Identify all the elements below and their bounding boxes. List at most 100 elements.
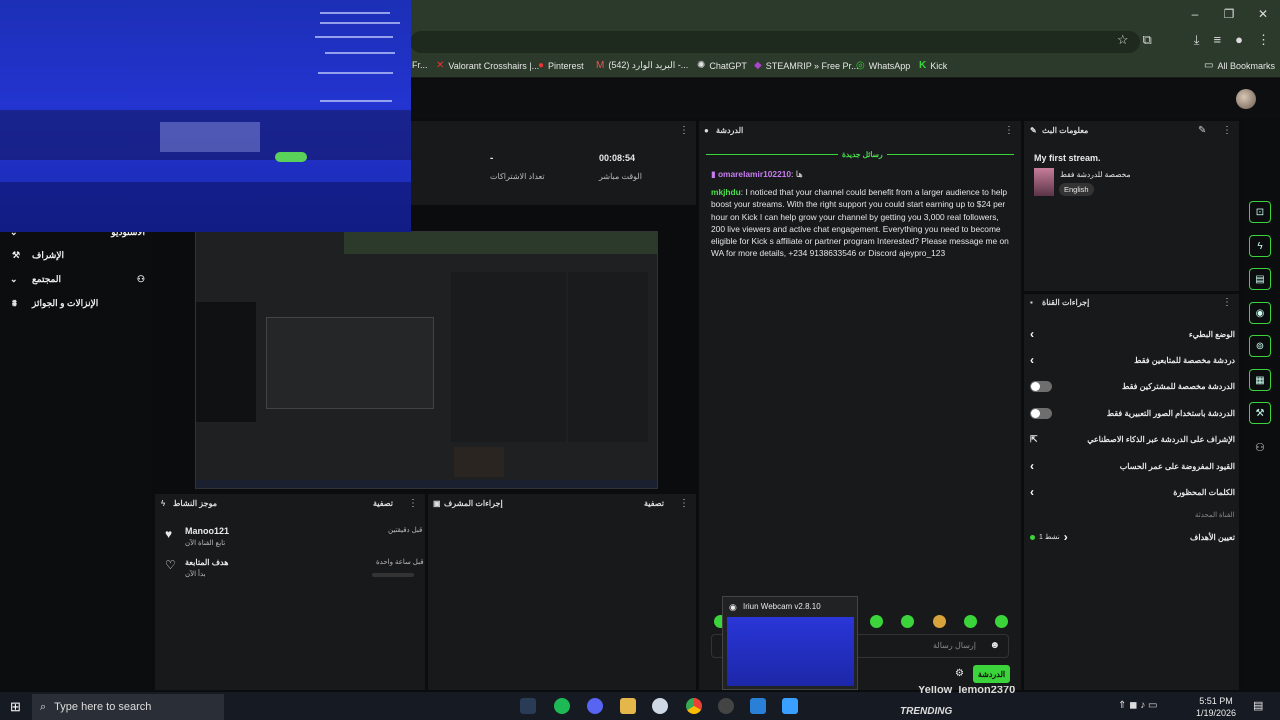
more-icon[interactable]: ⋮ bbox=[408, 498, 418, 509]
tray-icons[interactable]: ⇑ ◼ ♪ ▭ bbox=[1118, 700, 1157, 711]
chevron-right-icon: › bbox=[1030, 485, 1034, 499]
windows-start-icon[interactable]: ⊞ bbox=[10, 699, 21, 715]
capture-sidebar bbox=[196, 302, 256, 422]
overlay-blur bbox=[160, 122, 260, 152]
bookmark-item[interactable]: M (542) البريد الوارد -... bbox=[596, 60, 688, 71]
emote-only-toggle[interactable] bbox=[1030, 407, 1052, 419]
webcam-thumbnail bbox=[727, 617, 854, 686]
notification-icon[interactable]: ▤ bbox=[1253, 699, 1263, 712]
chat-username[interactable]: omarelamir102210 bbox=[718, 169, 791, 179]
subscribers-only-toggle[interactable] bbox=[1030, 380, 1052, 392]
edit-icon[interactable]: ✎ bbox=[1198, 125, 1206, 136]
bolt-icon[interactable]: ϟ bbox=[1249, 235, 1271, 257]
obs-icon[interactable] bbox=[718, 698, 734, 714]
sidebar-item-moderation[interactable]: ⚒ الإشراف bbox=[10, 246, 145, 264]
chat-message: mkjhdu: I noticed that your channel coul… bbox=[711, 187, 1009, 259]
emote-only-row[interactable]: الدردشة باستخدام الصور التعبيرية فقط bbox=[1030, 404, 1235, 422]
spotify-icon[interactable] bbox=[554, 698, 570, 714]
chat-message: ▮ omarelamir102210: ها bbox=[711, 169, 803, 179]
avatar[interactable] bbox=[1236, 89, 1256, 109]
minimize-button[interactable]: – bbox=[1178, 0, 1212, 28]
emoji-icon[interactable]: ☻ bbox=[989, 640, 1000, 651]
app-icon[interactable] bbox=[750, 698, 766, 714]
bookmark-item[interactable]: ✕ Valorant Crosshairs |... bbox=[436, 60, 539, 71]
plug-icon[interactable]: ⚇ bbox=[1255, 441, 1265, 454]
banned-words-row[interactable]: الكلمات المحظورة › bbox=[1030, 483, 1235, 501]
capture-taskbar bbox=[196, 480, 657, 488]
broadcast-icon[interactable]: ⊚ bbox=[1249, 335, 1271, 357]
media-icon[interactable]: ≡ bbox=[1214, 32, 1222, 48]
goals-row[interactable]: تعيين الأهداف نشط 1 › bbox=[1030, 528, 1235, 546]
ai-moderation-row[interactable]: الإشراف على الدردشة عبر الذكاء الاصطناعي… bbox=[1030, 430, 1235, 448]
all-bookmarks[interactable]: ▭ All Bookmarks bbox=[1204, 60, 1275, 71]
menu-icon[interactable]: ⋮ bbox=[1257, 32, 1270, 48]
bookmark-item[interactable]: ✺ ChatGPT bbox=[697, 60, 747, 71]
category-name[interactable]: مخصصة للدردشة فقط bbox=[1060, 170, 1131, 179]
chat-icon[interactable]: ◉ bbox=[1249, 302, 1271, 324]
discord-icon[interactable] bbox=[587, 698, 603, 714]
more-icon[interactable]: ⋮ bbox=[679, 125, 689, 136]
profile-icon[interactable]: ● bbox=[1235, 32, 1243, 48]
taskbar-search[interactable]: ⌕ Type here to search bbox=[32, 694, 224, 720]
crosshair-icon: ✕ bbox=[436, 60, 445, 71]
bookmark-item[interactable]: ◆ STEAMRIP » Free Pr... bbox=[754, 60, 859, 71]
iriun-icon[interactable] bbox=[782, 698, 798, 714]
more-icon[interactable]: ⋮ bbox=[1222, 297, 1232, 308]
stream-info-title: معلومات البث bbox=[1042, 126, 1089, 135]
steam-icon[interactable] bbox=[520, 698, 536, 714]
activity-panel bbox=[155, 494, 425, 690]
emote-icon[interactable] bbox=[901, 615, 914, 628]
stream-preview-overlay bbox=[0, 0, 411, 232]
followers-only-row[interactable]: دردشة مخصصة للمتابعين فقط › bbox=[1030, 351, 1235, 369]
stream-capture bbox=[195, 231, 658, 489]
slow-mode-row[interactable]: الوضع البطيء › bbox=[1030, 325, 1235, 343]
maximize-button[interactable]: ❐ bbox=[1212, 0, 1246, 28]
taskbar-clock[interactable]: 5:51 PM 1/19/2026 bbox=[1196, 695, 1236, 719]
app-icon[interactable] bbox=[652, 698, 668, 714]
chat-username[interactable]: mkjhdu bbox=[711, 187, 741, 197]
chrome-icon[interactable] bbox=[686, 698, 702, 714]
sidebar-item-drops[interactable]: ⩩ الإنزالات و الجوائز bbox=[10, 294, 145, 312]
activity-filter[interactable]: تصفية bbox=[373, 499, 393, 508]
close-button[interactable]: ✕ bbox=[1246, 0, 1280, 28]
chat-send-button[interactable]: الدردشة bbox=[973, 665, 1010, 683]
sidebar-item-community[interactable]: ⌄ المجتمع ⚇ bbox=[10, 270, 145, 288]
document-icon[interactable]: ▤ bbox=[1249, 268, 1271, 290]
activity-name: Manoo121 bbox=[185, 526, 230, 536]
subs-value: - bbox=[490, 153, 494, 164]
subscribers-only-row[interactable]: الدردشة مخصصة للمشتركين فقط bbox=[1030, 377, 1235, 395]
emote-icon[interactable] bbox=[964, 615, 977, 628]
emote-icon[interactable] bbox=[995, 615, 1008, 628]
overlay-glare bbox=[325, 52, 395, 54]
chevron-right-icon: › bbox=[1030, 353, 1034, 367]
address-bar[interactable] bbox=[410, 31, 1140, 53]
bookmark-item[interactable]: ● Pinterest bbox=[538, 60, 584, 71]
extensions-icon[interactable]: ⧉ bbox=[1143, 32, 1152, 48]
channel-actions-title: إجراءات القناة bbox=[1042, 298, 1090, 307]
wrench-icon[interactable]: ⚒ bbox=[1249, 402, 1271, 424]
layout-icon[interactable]: ▦ bbox=[1249, 369, 1271, 391]
bookmark-item[interactable]: K Kick bbox=[919, 60, 947, 71]
capture-icon[interactable]: ⊡ bbox=[1249, 201, 1271, 223]
more-icon[interactable]: ⋮ bbox=[679, 498, 689, 509]
trending-widget[interactable]: TRENDING bbox=[900, 706, 952, 717]
emote-icon[interactable] bbox=[870, 615, 883, 628]
download-icon[interactable]: ⤓ bbox=[1194, 32, 1200, 48]
more-icon[interactable]: ⋮ bbox=[1222, 125, 1232, 136]
window-controls: – ❐ ✕ bbox=[1178, 0, 1280, 28]
capture-chrome bbox=[344, 232, 657, 254]
more-icon[interactable]: ⋮ bbox=[1004, 125, 1014, 136]
star-icon[interactable]: ☆ bbox=[1117, 32, 1129, 48]
gmail-icon: M bbox=[596, 60, 605, 71]
emote-icon[interactable] bbox=[933, 615, 946, 628]
settings-icon[interactable]: ⚙ bbox=[955, 668, 964, 679]
mod-filter[interactable]: تصفية bbox=[644, 499, 664, 508]
bookmark-item[interactable]: ◎ WhatsApp bbox=[856, 60, 910, 71]
goal-progress bbox=[372, 573, 414, 577]
account-age-row[interactable]: القيود المفروضة على عمر الحساب › bbox=[1030, 457, 1235, 475]
live-time-label: الوقت مباشر bbox=[599, 172, 642, 181]
stream-title: My first stream. bbox=[1034, 153, 1101, 163]
bookmark-item[interactable]: Fr... bbox=[412, 60, 428, 70]
activity-time: قبل ساعة واحدة bbox=[376, 559, 424, 566]
folder-icon[interactable] bbox=[620, 698, 636, 714]
